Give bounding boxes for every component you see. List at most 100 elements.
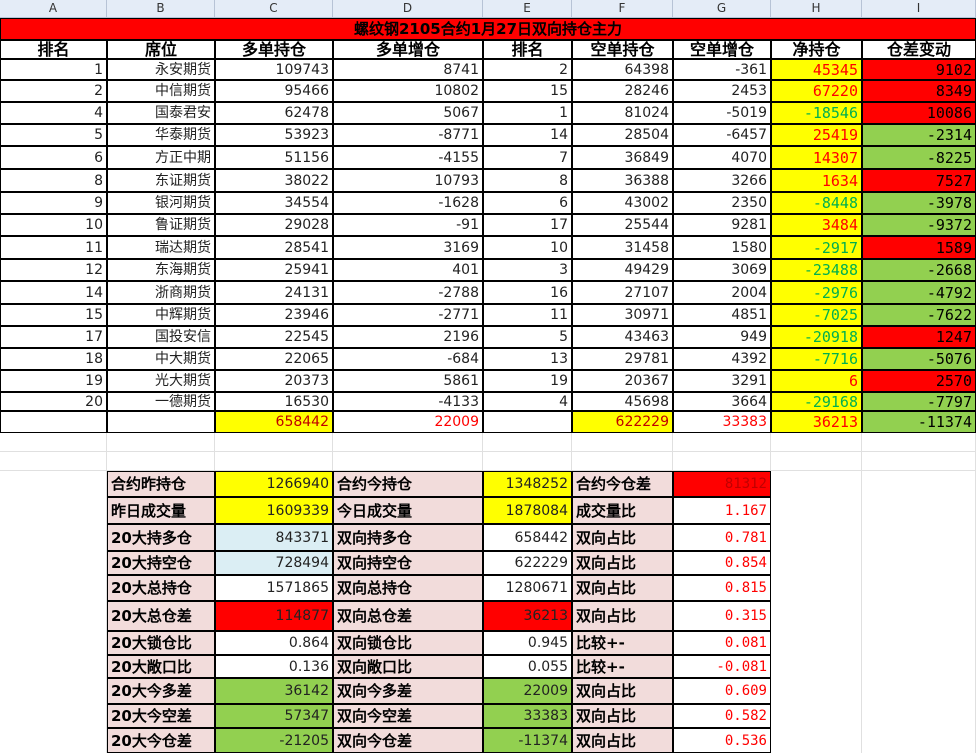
column-header-c[interactable]: C [215,0,333,18]
table-cell[interactable]: 36388 [572,169,673,192]
column-header-i[interactable]: I [862,0,976,18]
empty-cell[interactable] [771,471,862,753]
table-cell[interactable]: 10793 [333,169,483,192]
table-cell[interactable]: 67220 [771,80,862,102]
summary-label[interactable]: 双向总仓差 [333,601,483,631]
table-cell[interactable]: 64398 [572,59,673,80]
table-cell[interactable]: 15 [0,304,107,326]
empty-cell[interactable] [107,433,215,452]
empty-cell[interactable] [572,433,673,452]
table-cell[interactable]: 国投安信 [107,326,215,348]
table-cell[interactable]: 13 [483,348,572,370]
table-cell[interactable]: -18546 [771,102,862,124]
summary-label[interactable]: 双向占比 [572,728,673,753]
summary-value[interactable]: 33383 [483,704,572,728]
header-8[interactable]: 仓差变动 [862,40,976,59]
table-cell[interactable]: 9281 [673,214,771,236]
table-cell[interactable]: 7 [483,146,572,169]
table-cell[interactable]: 11 [483,304,572,326]
table-cell[interactable]: 1247 [862,326,976,348]
column-header-a[interactable]: A [0,0,107,18]
table-cell[interactable]: 24131 [215,281,333,304]
summary-label[interactable]: 比较+- [572,631,673,655]
table-cell[interactable]: 29028 [215,214,333,236]
summary-label[interactable]: 双向占比 [572,551,673,575]
table-cell[interactable]: 62478 [215,102,333,124]
summary-value[interactable]: 658442 [483,524,572,551]
summary-value[interactable]: -21205 [215,728,333,753]
table-cell[interactable]: 东证期货 [107,169,215,192]
table-cell[interactable]: 6 [0,146,107,169]
empty-cell[interactable] [483,452,572,471]
table-cell[interactable]: 10802 [333,80,483,102]
empty-cell[interactable] [483,433,572,452]
table-cell[interactable]: 8 [483,169,572,192]
table-cell[interactable]: 4 [0,102,107,124]
empty-cell[interactable] [862,433,976,452]
summary-value[interactable]: 0.815 [673,575,771,601]
summary-value[interactable]: 0.055 [483,655,572,678]
summary-value[interactable]: 36142 [215,678,333,704]
table-cell[interactable]: -2668 [862,259,976,281]
table-cell[interactable]: 2196 [333,326,483,348]
table-cell[interactable]: 中大期货 [107,348,215,370]
table-cell[interactable]: 9 [0,192,107,214]
summary-value[interactable]: 1571865 [215,575,333,601]
total-long-add[interactable]: 22009 [333,411,483,433]
table-cell[interactable]: -2771 [333,304,483,326]
summary-label[interactable]: 20大敞口比 [107,655,215,678]
summary-label[interactable]: 双向占比 [572,678,673,704]
table-cell[interactable]: -5019 [673,102,771,124]
summary-label[interactable]: 20大今仓差 [107,728,215,753]
table-cell[interactable]: 34554 [215,192,333,214]
header-2[interactable]: 多单持仓 [215,40,333,59]
table-cell[interactable]: 28541 [215,236,333,259]
summary-value[interactable]: 0.081 [673,631,771,655]
summary-label[interactable]: 双向今仓差 [333,728,483,753]
header-1[interactable]: 席位 [107,40,215,59]
table-cell[interactable]: 3291 [673,370,771,392]
table-cell[interactable]: 45345 [771,59,862,80]
column-header-f[interactable]: F [572,0,673,18]
table-cell[interactable]: 31458 [572,236,673,259]
table-cell[interactable]: 45698 [572,392,673,411]
column-header-e[interactable]: E [483,0,572,18]
table-cell[interactable]: 14 [483,124,572,146]
table-cell[interactable]: 10 [0,214,107,236]
table-cell[interactable]: -4155 [333,146,483,169]
table-cell[interactable]: 17 [483,214,572,236]
table-cell[interactable]: -7716 [771,348,862,370]
table-cell[interactable]: -361 [673,59,771,80]
summary-label[interactable]: 双向持空仓 [333,551,483,575]
summary-label[interactable]: 双向占比 [572,704,673,728]
table-cell[interactable]: -3978 [862,192,976,214]
summary-value[interactable]: 0.136 [215,655,333,678]
table-cell[interactable]: 109743 [215,59,333,80]
table-cell[interactable]: 23946 [215,304,333,326]
table-cell[interactable]: -5076 [862,348,976,370]
summary-value[interactable]: 1266940 [215,471,333,497]
table-cell[interactable]: 8349 [862,80,976,102]
summary-label[interactable]: 双向敞口比 [333,655,483,678]
table-cell[interactable]: 81024 [572,102,673,124]
summary-label[interactable]: 今日成交量 [333,497,483,524]
summary-value[interactable]: 1348252 [483,471,572,497]
empty-cell[interactable] [215,452,333,471]
empty-cell[interactable] [673,452,771,471]
empty-cell[interactable] [572,452,673,471]
table-cell[interactable]: 8741 [333,59,483,80]
header-7[interactable]: 净持仓 [771,40,862,59]
table-cell[interactable]: 43002 [572,192,673,214]
summary-value[interactable]: 81312 [673,471,771,497]
summary-label[interactable]: 合约昨持仓 [107,471,215,497]
table-cell[interactable]: -1628 [333,192,483,214]
table-cell[interactable]: 53923 [215,124,333,146]
table-cell[interactable]: 20 [0,392,107,411]
summary-label[interactable]: 双向持多仓 [333,524,483,551]
total-short[interactable]: 622229 [572,411,673,433]
table-cell[interactable]: 2350 [673,192,771,214]
summary-label[interactable]: 20大锁仓比 [107,631,215,655]
table-cell[interactable]: 25544 [572,214,673,236]
table-cell[interactable]: -2976 [771,281,862,304]
table-cell[interactable]: 永安期货 [107,59,215,80]
